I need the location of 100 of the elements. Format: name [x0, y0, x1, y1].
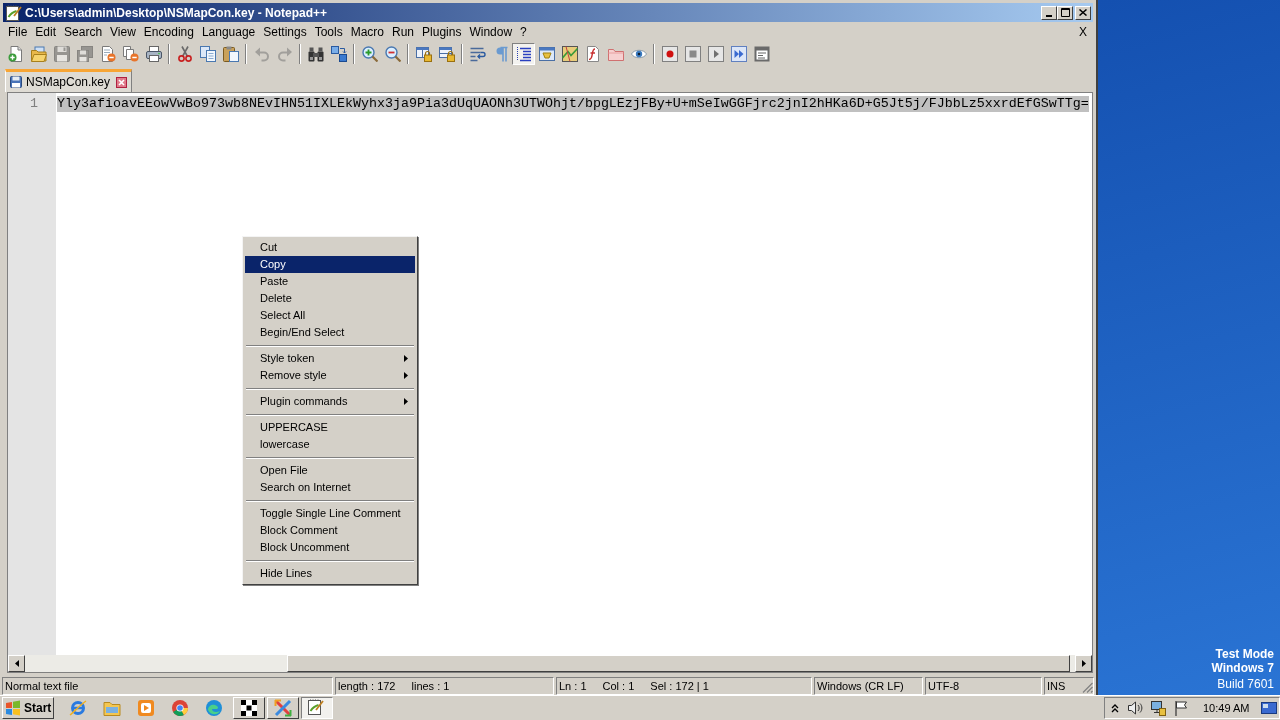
- printer-icon: [145, 46, 162, 62]
- zoom-in-icon: [361, 46, 378, 62]
- folder-icon: [103, 699, 121, 717]
- browser-e-icon: [69, 699, 87, 717]
- menu-item[interactable]: Tools: [310, 23, 347, 41]
- taskbar-window-button[interactable]: [301, 697, 333, 719]
- menu-item[interactable]: Language: [197, 23, 260, 41]
- status-text: lines : 1: [411, 679, 450, 693]
- menu-item[interactable]: Edit: [31, 23, 61, 41]
- pixel-grid-icon: [240, 699, 258, 717]
- swirl-icon: [205, 699, 223, 717]
- undo-icon: [253, 46, 270, 62]
- floppy-disks-icon: [76, 46, 93, 62]
- context-menu-item[interactable]: Open File: [245, 462, 415, 479]
- close-file-icon: [99, 46, 116, 62]
- context-menu-item[interactable]: Paste: [245, 273, 415, 290]
- clock[interactable]: 10:49 AM: [1203, 699, 1250, 717]
- tab[interactable]: NSMapCon.key: [5, 69, 133, 92]
- menu-item[interactable]: Search: [60, 23, 107, 41]
- menu-item[interactable]: Macro: [346, 23, 388, 41]
- play-icon: [707, 46, 724, 62]
- scroll-right-button[interactable]: [1075, 655, 1092, 672]
- status-text: INS: [1047, 679, 1066, 693]
- volume-button[interactable]: [1127, 700, 1143, 716]
- context-menu-item[interactable]: Block Uncomment: [245, 539, 415, 556]
- notepad-icon: [308, 699, 326, 717]
- context-menu-item[interactable]: Search on Internet: [245, 479, 415, 496]
- tricolor-circle-icon: [171, 699, 189, 717]
- flag-icon: [1173, 700, 1189, 716]
- window-title: C:\Users\admin\Desktop\NSMapCon.key - Notepad++: [25, 5, 328, 20]
- status-text: Sel : 172 | 1: [650, 679, 709, 693]
- close-all-files-icon: [122, 46, 139, 62]
- context-menu-item[interactable]: Toggle Single Line Comment: [245, 505, 415, 522]
- context-menu-item[interactable]: Copy: [245, 256, 415, 273]
- menu-item[interactable]: Settings: [259, 23, 311, 41]
- window-icon: [538, 46, 555, 62]
- status-text: Col : 1: [602, 679, 635, 693]
- action-center-button[interactable]: [1173, 700, 1189, 716]
- context-menu-item[interactable]: Style token: [245, 350, 415, 367]
- new-file-icon: [7, 46, 24, 62]
- function-document-icon: [584, 46, 601, 62]
- clipboard-icon: [222, 46, 239, 62]
- context-menu-item[interactable]: Delete: [245, 290, 415, 307]
- fast-forward-icon: [730, 46, 747, 62]
- scroll-left-button[interactable]: [8, 655, 25, 672]
- scissors-icon: [176, 46, 193, 62]
- submenu-arrow-icon: [404, 372, 408, 379]
- close-icon: [116, 76, 128, 88]
- flag-logo-icon: [5, 700, 21, 716]
- context-menu-item[interactable]: Plugin commands: [245, 393, 415, 410]
- context-menu-item[interactable]: Hide Lines: [245, 565, 415, 582]
- maximize-icon: [1060, 8, 1070, 17]
- speaker-icon: [1127, 700, 1143, 716]
- network-icon: [1150, 700, 1166, 716]
- left-arrow-icon: [14, 660, 19, 667]
- desktop-icon: [1261, 700, 1277, 716]
- menu-item[interactable]: Encoding: [139, 23, 198, 41]
- build-number-text: Build 7601: [1217, 677, 1274, 691]
- record-icon: [661, 46, 678, 62]
- menu-item[interactable]: File: [4, 23, 32, 41]
- system-notice-text: Windows 7: [1211, 661, 1274, 675]
- line-number: 1: [29, 96, 39, 112]
- wrap-lines-icon: [469, 46, 486, 62]
- submenu-arrow-icon: [404, 398, 408, 405]
- window-lock-icon: [438, 46, 455, 62]
- start-button[interactable]: Start: [2, 697, 54, 719]
- status-text: Windows (CR LF): [817, 679, 904, 693]
- minimize-button[interactable]: [1041, 5, 1057, 20]
- status-text: Ln : 1: [559, 679, 587, 693]
- copy-icon: [199, 46, 216, 62]
- zoom-out-icon: [384, 46, 401, 62]
- close-icon: [1079, 9, 1087, 16]
- close-button[interactable]: [1075, 5, 1091, 20]
- folder-icon: [607, 46, 624, 62]
- open-folder-icon: [30, 46, 47, 62]
- context-menu-item[interactable]: UPPERCASE: [245, 419, 415, 436]
- scrollbar-thumb[interactable]: [287, 655, 1070, 672]
- menu-item[interactable]: Window: [465, 23, 517, 41]
- minimize-icon: [1046, 14, 1052, 17]
- show-desktop-button[interactable]: [1261, 700, 1277, 716]
- maximize-button[interactable]: [1057, 5, 1073, 20]
- indent-guide-button[interactable]: [512, 43, 535, 65]
- status-text: UTF-8: [928, 679, 960, 693]
- redo-icon: [276, 46, 293, 62]
- cross-arrows-icon: [274, 699, 292, 717]
- menu-item[interactable]: Plugins: [418, 23, 466, 41]
- menu-item[interactable]: Run: [388, 23, 419, 41]
- network-button[interactable]: [1150, 700, 1166, 716]
- window-lock-icon: [415, 46, 432, 62]
- context-menu-item[interactable]: Remove style: [245, 367, 415, 384]
- context-menu-item[interactable]: Select All: [245, 307, 415, 324]
- close-document-button[interactable]: X: [1077, 23, 1089, 41]
- menu-item[interactable]: View: [106, 23, 140, 41]
- context-menu-item[interactable]: lowercase: [245, 436, 415, 453]
- menu-item[interactable]: ?: [516, 23, 531, 41]
- notepad-icon: [6, 4, 22, 21]
- context-menu-item[interactable]: Cut: [245, 239, 415, 256]
- context-menu-item[interactable]: Begin/End Select: [245, 324, 415, 341]
- context-menu-item[interactable]: Block Comment: [245, 522, 415, 539]
- close-tab-button[interactable]: [116, 76, 128, 88]
